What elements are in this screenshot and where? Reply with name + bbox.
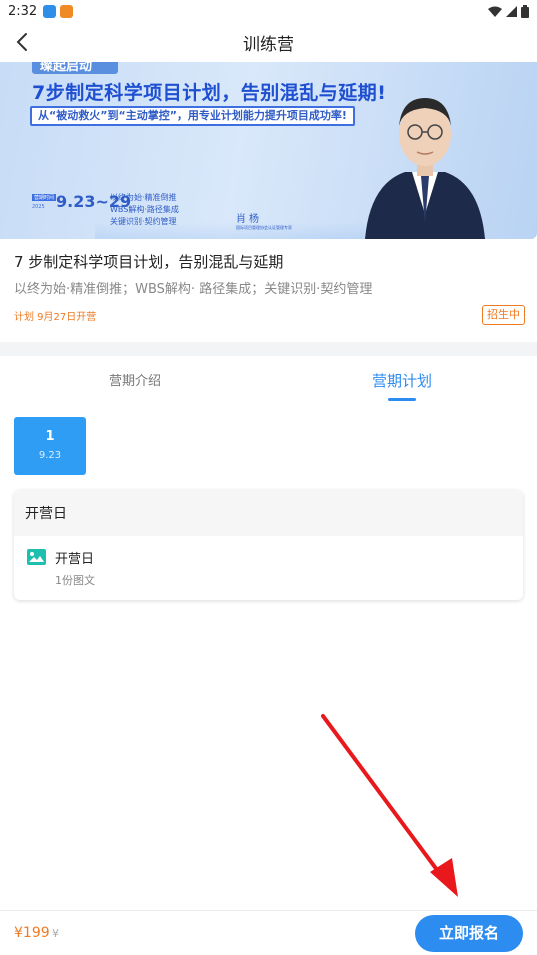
status-bar: 2:32 [0,0,537,22]
bottom-bar: ¥199 ¥ 立即报名 [0,910,537,955]
course-title: 7 步制定科学项目计划，告别混乱与延期 [14,253,284,271]
banner-blur-overlay [95,222,365,239]
banner-title: 7步制定科学项目计划，告别混乱与延期! [32,82,387,104]
schedule-item-subtitle: 1份图文 [55,574,95,587]
nav-bar: 训练营 [0,22,537,62]
banner-date-year: 2025 [32,204,45,210]
banner-date-label: 营期时间 [32,194,57,201]
day-selector-1[interactable]: 1 9.23 [14,417,86,475]
tab-plan[interactable]: 营期计划 [372,370,432,391]
schedule-item-title: 开营日 [55,552,95,567]
signup-button[interactable]: 立即报名 [415,915,523,952]
schedule-card: 开营日 开营日 1份图文 [14,490,523,600]
lecturer-photo [365,98,485,239]
banner-tag: 璨起启动 [32,62,118,74]
banner-bullet: WBS解构·路径集成 [110,205,179,214]
wifi-icon [488,6,502,17]
chat-app-icon [43,4,57,18]
schedule-header: 开营日 [14,490,523,536]
back-button[interactable] [8,28,36,56]
status-time: 2:32 [8,3,38,19]
status-badge: 招生中 [482,305,525,325]
course-description: 以终为始·精准倒推；WBS解构· 路径集成；关键识别·契约管理 [14,282,373,297]
course-start-date: 计划 9月27日开营 [14,312,97,323]
page-title: 训练营 [243,34,294,55]
original-price: ¥ [52,927,59,940]
tab-intro[interactable]: 营期介绍 [109,370,161,389]
shop-app-icon [60,4,74,18]
tab-bar: 营期介绍 营期计划 [0,356,537,406]
course-banner[interactable]: 璨起启动 7步制定科学项目计划，告别混乱与延期! 从“被动救火”到“主动掌控”，… [0,62,537,239]
banner-lecturer: 肖杨 [236,214,262,225]
banner-bullet: 以终为始·精准倒推 [110,193,177,202]
schedule-item[interactable]: 开营日 1份图文 [14,536,523,600]
banner-lecturer-desc: 国际项目管理协会认证管理专家 [236,225,292,230]
price: ¥199 [14,925,50,941]
battery-icon [521,4,529,18]
day-number: 1 [45,429,55,444]
banner-subtitle: 从“被动救火”到“主动掌控”，用专业计划能力提升项目成功率! [30,106,355,126]
image-text-icon [27,549,46,565]
day-date: 9.23 [38,450,62,461]
tab-indicator [388,398,416,401]
signal-icon [506,5,517,17]
section-divider [0,342,537,356]
back-arrow-icon [16,33,27,51]
